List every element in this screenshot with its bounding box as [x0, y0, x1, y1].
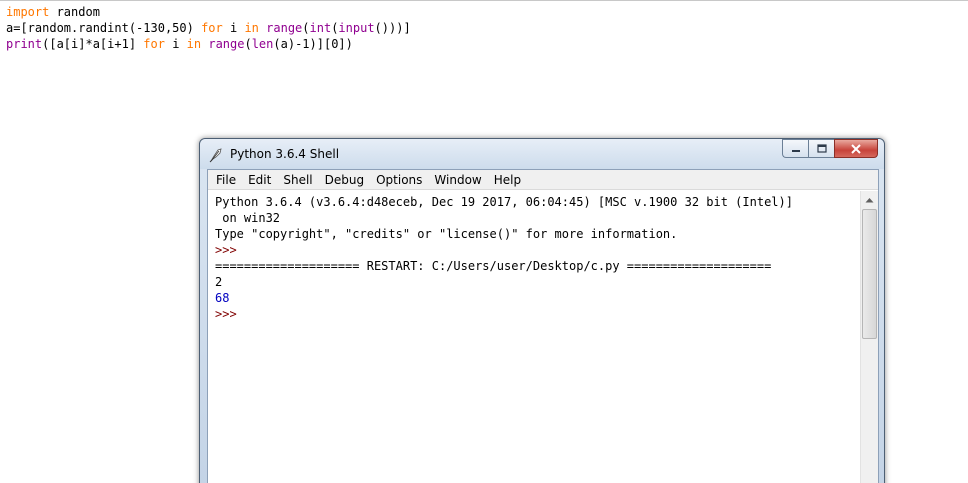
maximize-icon: [816, 144, 827, 153]
menu-item-debug[interactable]: Debug: [319, 170, 370, 190]
menu-item-edit[interactable]: Edit: [242, 170, 277, 190]
shell-output-area[interactable]: Python 3.6.4 (v3.6.4:d48eceb, Dec 19 201…: [208, 191, 861, 483]
code-token: input: [338, 21, 375, 35]
code-token: range: [266, 21, 303, 35]
code-token: (: [302, 21, 310, 35]
shell-line: 2: [215, 275, 223, 289]
scroll-thumb[interactable]: [862, 209, 877, 339]
code-token: range: [208, 37, 245, 51]
scroll-up-arrow-icon: [865, 197, 874, 202]
menu-item-window[interactable]: Window: [428, 170, 487, 190]
title-bar[interactable]: Python 3.6.4 Shell: [200, 139, 884, 169]
editor-code-line: a=[random.randint(-130,50) for i in rang…: [6, 20, 411, 36]
maximize-button[interactable]: [808, 139, 834, 158]
minimize-icon: [791, 149, 800, 152]
menu-item-shell[interactable]: Shell: [277, 170, 318, 190]
scroll-up-button[interactable]: [861, 191, 878, 208]
window-controls: [782, 139, 878, 159]
shell-line: on win32: [215, 211, 281, 225]
code-token: len: [251, 37, 274, 51]
code-token: (a)-1)][0]): [273, 37, 353, 51]
close-icon: [851, 143, 861, 154]
vertical-scrollbar[interactable]: [860, 191, 878, 483]
python-feather-icon: [209, 148, 222, 163]
close-button[interactable]: [834, 139, 878, 158]
editor-code-area[interactable]: import random a=[random.randint(-130,50) …: [6, 4, 411, 52]
shell-prompt: >>>: [215, 307, 244, 321]
code-token: random: [49, 5, 100, 19]
menu-bar: File Edit Shell Debug Options Window Help: [208, 170, 878, 190]
code-token: print: [6, 37, 43, 51]
editor-code-line: import random: [6, 4, 411, 20]
menu-item-help[interactable]: Help: [488, 170, 527, 190]
window-title: Python 3.6.4 Shell: [230, 147, 340, 161]
shell-line: Type "copyright", "credits" or "license(…: [215, 227, 678, 241]
code-token: in: [186, 37, 202, 51]
shell-prompt: >>>: [215, 243, 244, 257]
editor-code-line: print([a[i]*a[i+1] for i in range(len(a)…: [6, 36, 411, 52]
code-token: (: [244, 37, 252, 51]
minimize-button[interactable]: [782, 139, 808, 158]
code-token: i: [222, 21, 245, 35]
shell-client-area: File Edit Shell Debug Options Window Help Pyth…: [207, 169, 879, 483]
shell-line: ==================== RESTART: C:/Users/u…: [215, 259, 772, 273]
code-token: in: [244, 21, 259, 35]
code-token: a=[random.randint(-130,50): [6, 21, 202, 35]
shell-line: Python 3.6.4 (v3.6.4:d48eceb, Dec 19 201…: [215, 195, 793, 209]
code-token: ([a[i]*a[i+1]: [42, 37, 144, 51]
code-token: i: [164, 37, 187, 51]
shell-line: 68: [215, 291, 230, 305]
code-token: for: [143, 37, 165, 51]
code-token: import: [6, 5, 50, 19]
menu-item-options[interactable]: Options: [370, 170, 428, 190]
code-token: int: [309, 21, 332, 35]
menu-item-file[interactable]: File: [210, 170, 242, 190]
code-token: for: [201, 21, 223, 35]
python-shell-window: Python 3.6.4 Shell File Edit Shell Debug Op: [199, 138, 885, 483]
code-token: ()))]: [374, 21, 411, 35]
